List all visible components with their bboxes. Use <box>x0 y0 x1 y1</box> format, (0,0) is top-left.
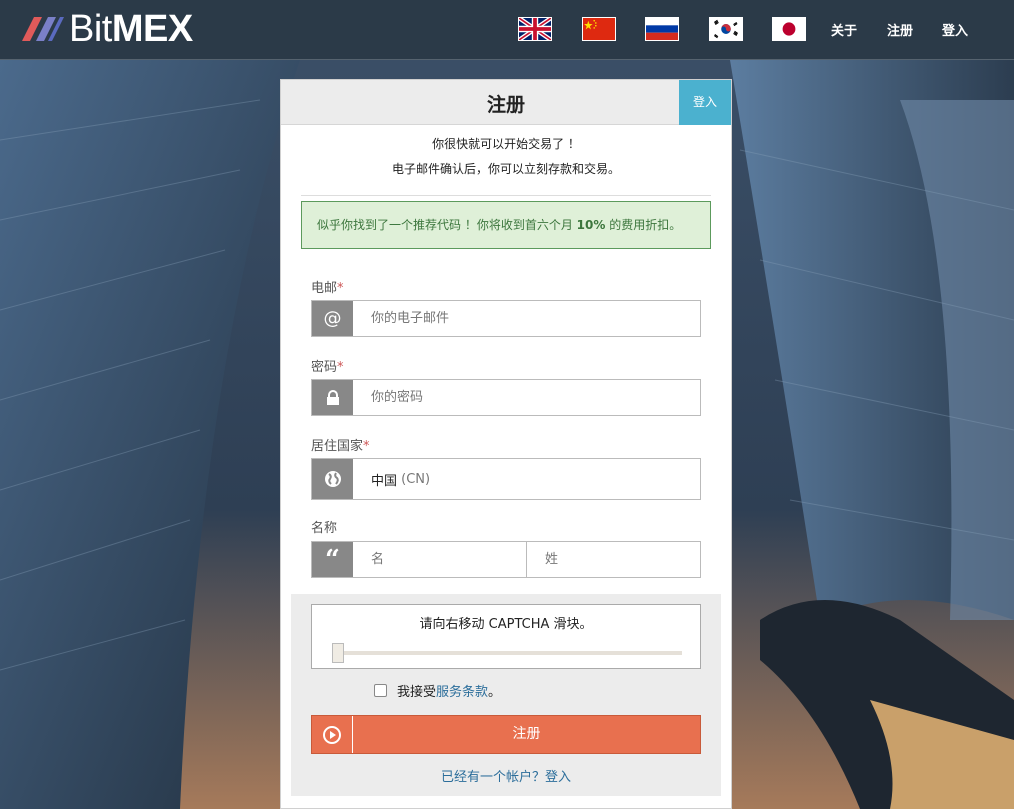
name-label: 名称 <box>311 521 338 536</box>
captcha-box: 请向右移动 CAPTCHA 滑块。 <box>311 604 701 669</box>
russian-flag[interactable] <box>645 17 679 41</box>
terms-suffix: 。 <box>488 685 502 700</box>
chinese-flag[interactable] <box>582 17 616 41</box>
nav-login[interactable]: 登入 <box>942 20 968 39</box>
korean-flag[interactable] <box>709 17 743 41</box>
last-name-input[interactable] <box>527 542 700 577</box>
have-account-link[interactable]: 已经有一个帐户？登入 <box>291 766 721 785</box>
card-title: 注册 <box>486 94 525 116</box>
play-circle-icon <box>312 716 353 753</box>
lock-icon <box>312 380 353 415</box>
country-field: 中国 (CN) <box>311 458 701 500</box>
nav-register[interactable]: 注册 <box>887 20 913 39</box>
register-card: 注册 登入 你很快就可以开始交易了 ！ 电子邮件确认后，你可以立刻存款和交易。 … <box>280 79 732 809</box>
terms-checkbox[interactable] <box>374 684 387 697</box>
login-tab[interactable]: 登入 <box>679 80 731 125</box>
register-button-label: 注册 <box>512 726 541 742</box>
captcha-track <box>337 651 682 655</box>
email-field: @ <box>311 300 701 337</box>
submit-panel: 请向右移动 CAPTCHA 滑块。 我接受 服务条款。 注册 已经有一个帐户？登入 <box>291 594 721 796</box>
referral-alert: 似乎你找到了一个推荐代码 ！你将收到首六个月 10% 的费用折扣。 <box>301 201 711 249</box>
terms-prefix: 我接受 <box>397 685 437 700</box>
country-label: 居住国家* <box>311 439 370 454</box>
email-input[interactable] <box>353 301 700 336</box>
captcha-slider-handle[interactable] <box>332 643 344 663</box>
intro-line-2: 电子邮件确认后，你可以立刻存款和交易。 <box>391 162 620 176</box>
bitmex-logo[interactable]: BitMEX <box>18 10 193 48</box>
name-field: “ <box>311 541 701 578</box>
card-header: 注册 登入 <box>281 80 731 125</box>
password-field <box>311 379 701 416</box>
nav-about[interactable]: 关于 <box>831 20 857 39</box>
brand-name: BitMEX <box>69 8 193 50</box>
english-flag[interactable] <box>518 17 552 41</box>
password-label: 密码* <box>311 360 344 375</box>
top-navbar: BitMEX 关于 注册 登入 <box>0 0 1014 60</box>
quote-icon: “ <box>312 542 353 577</box>
email-label: 电邮* <box>311 281 344 296</box>
terms-link[interactable]: 服务条款 <box>436 681 488 700</box>
first-name-input[interactable] <box>353 542 527 577</box>
register-button[interactable]: 注册 <box>311 715 701 754</box>
at-sign-icon: @ <box>312 301 353 336</box>
terms-row: 我接受 服务条款。 <box>374 681 501 700</box>
globe-icon <box>312 459 353 499</box>
country-select[interactable]: 中国 (CN) <box>353 459 700 499</box>
divider <box>301 195 711 196</box>
bitmex-logo-icon <box>22 17 64 41</box>
japanese-flag[interactable] <box>772 17 806 41</box>
intro-line-1: 你很快就可以开始交易了 ！ <box>432 137 580 151</box>
password-input[interactable] <box>353 380 700 415</box>
captcha-instruction: 请向右移动 CAPTCHA 滑块。 <box>419 617 593 632</box>
